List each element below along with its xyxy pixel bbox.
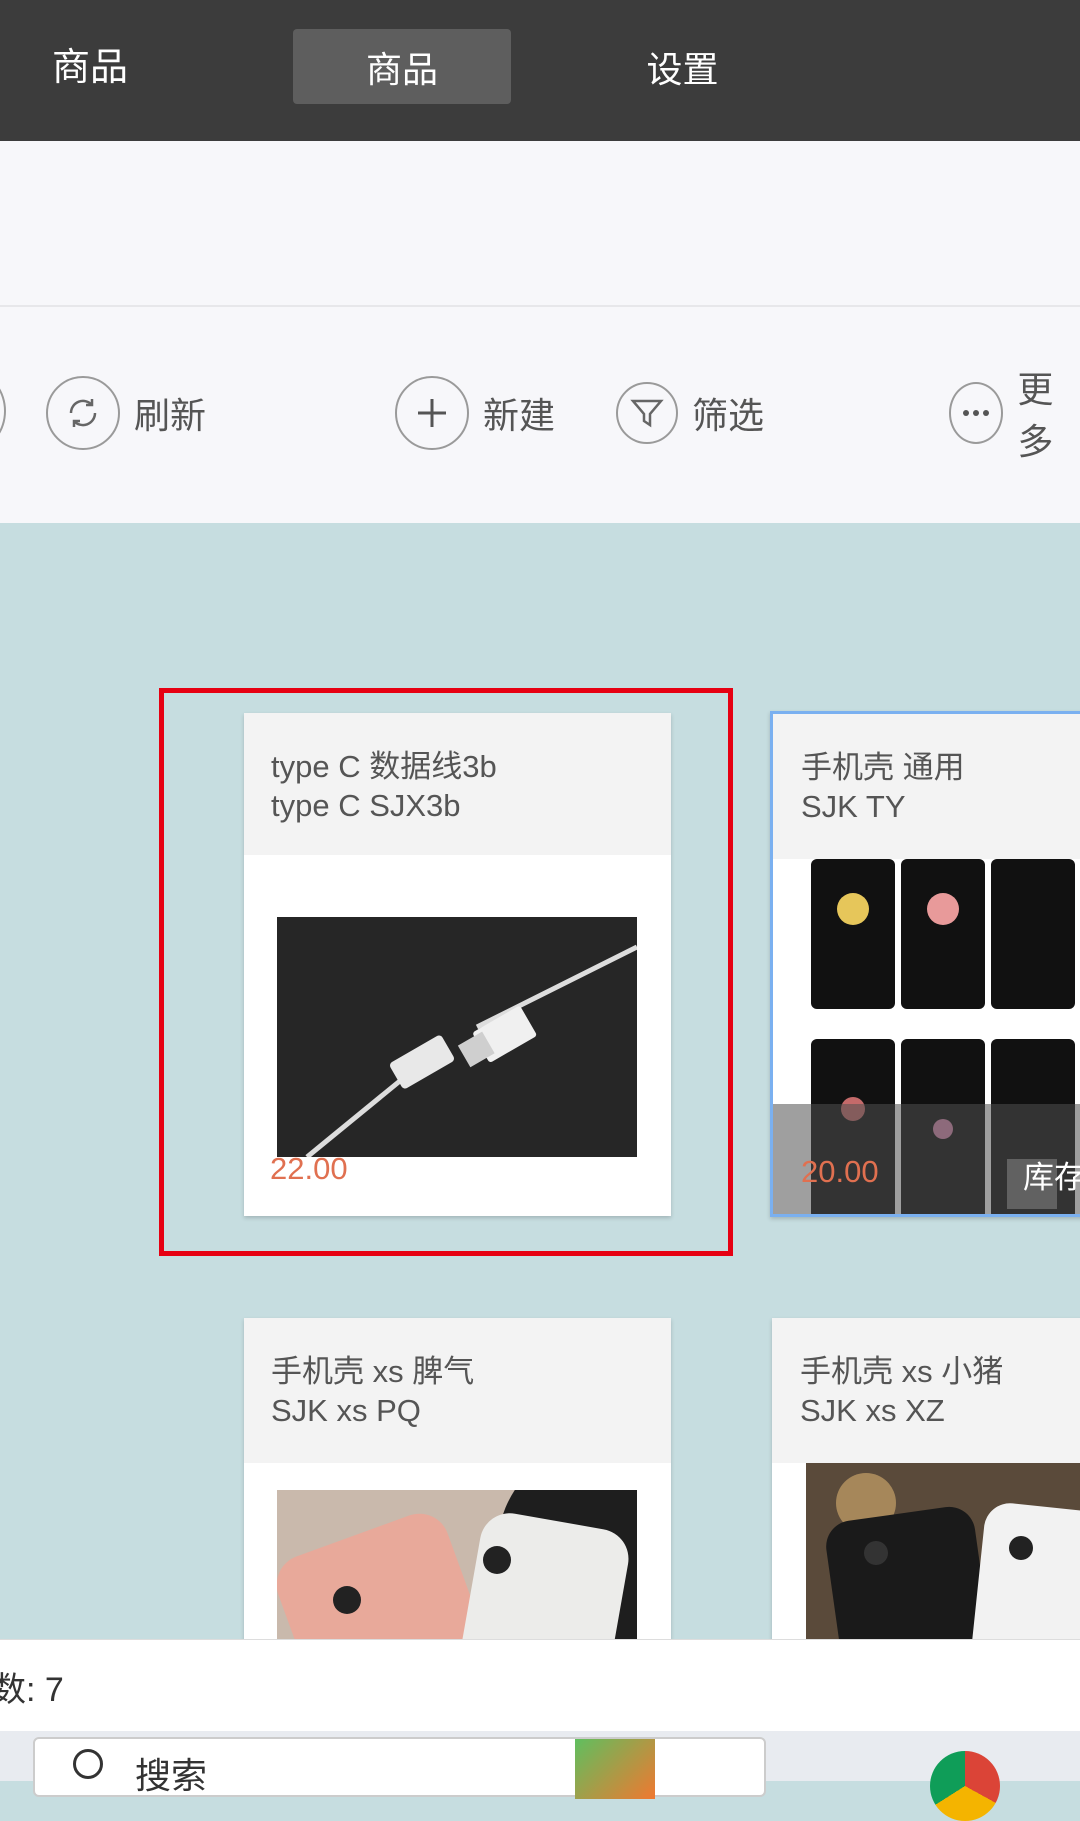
top-nav-bar: 商品 商品 设置: [0, 0, 1080, 141]
os-taskbar: 搜索: [0, 1731, 1080, 1821]
tab-settings[interactable]: 设置: [575, 29, 790, 104]
product-code: SJK xs XZ: [800, 1393, 945, 1428]
product-name: 手机壳 通用: [801, 750, 965, 785]
product-name: 手机壳 xs 小猪: [800, 1354, 1004, 1389]
stock-label: 库存: [1023, 1160, 1080, 1195]
more-label: 更多: [1017, 369, 1054, 462]
more-button[interactable]: 更多: [949, 369, 1080, 462]
app-title: 商品: [52, 47, 129, 89]
toolbar: 刷新 新建 筛选 更多: [0, 307, 1080, 523]
filter-button[interactable]: 筛选: [616, 374, 764, 452]
product-name: 手机壳 xs 脾气: [271, 1354, 475, 1389]
search-label: 搜索: [135, 1755, 208, 1796]
refresh-label: 刷新: [134, 395, 207, 436]
new-label: 新建: [483, 395, 556, 436]
new-button[interactable]: 新建: [395, 374, 555, 452]
refresh-button[interactable]: 刷新: [46, 374, 206, 452]
card-header: 手机壳 xs 脾气 SJK xs PQ: [244, 1318, 671, 1463]
tab-products[interactable]: 商品: [293, 29, 511, 104]
card-header: 手机壳 通用 SJK TY: [773, 714, 1080, 859]
product-card-selected[interactable]: 手机壳 通用 SJK TY 20.00 库存: [770, 711, 1080, 1217]
selection-highlight: [159, 688, 733, 1256]
taskbar-search-box[interactable]: 搜索: [33, 1737, 766, 1799]
filter-icon: [616, 382, 678, 444]
search-highlight-icon: [575, 1739, 655, 1799]
subheader-area: [0, 141, 1080, 306]
partial-toolbar-icon[interactable]: [0, 374, 6, 448]
product-code: SJK TY: [801, 789, 906, 824]
black-white-cases-image: [806, 1463, 1080, 1648]
search-icon: [73, 1749, 103, 1779]
status-bar: 数: 7: [0, 1639, 1080, 1732]
chrome-icon[interactable]: [930, 1751, 1000, 1821]
record-count: 数: 7: [0, 1671, 64, 1709]
filter-label: 筛选: [692, 395, 765, 436]
more-icon: [949, 382, 1004, 444]
refresh-icon: [46, 376, 120, 450]
product-card[interactable]: 手机壳 xs 脾气 SJK xs PQ: [244, 1318, 671, 1648]
plus-icon: [395, 376, 469, 450]
card-header: 手机壳 xs 小猪 SJK xs XZ: [772, 1318, 1080, 1463]
pink-white-cases-image: [277, 1490, 637, 1648]
product-card[interactable]: 手机壳 xs 小猪 SJK xs XZ: [772, 1318, 1080, 1648]
product-price: 20.00: [801, 1154, 879, 1189]
product-code: SJK xs PQ: [271, 1393, 421, 1428]
